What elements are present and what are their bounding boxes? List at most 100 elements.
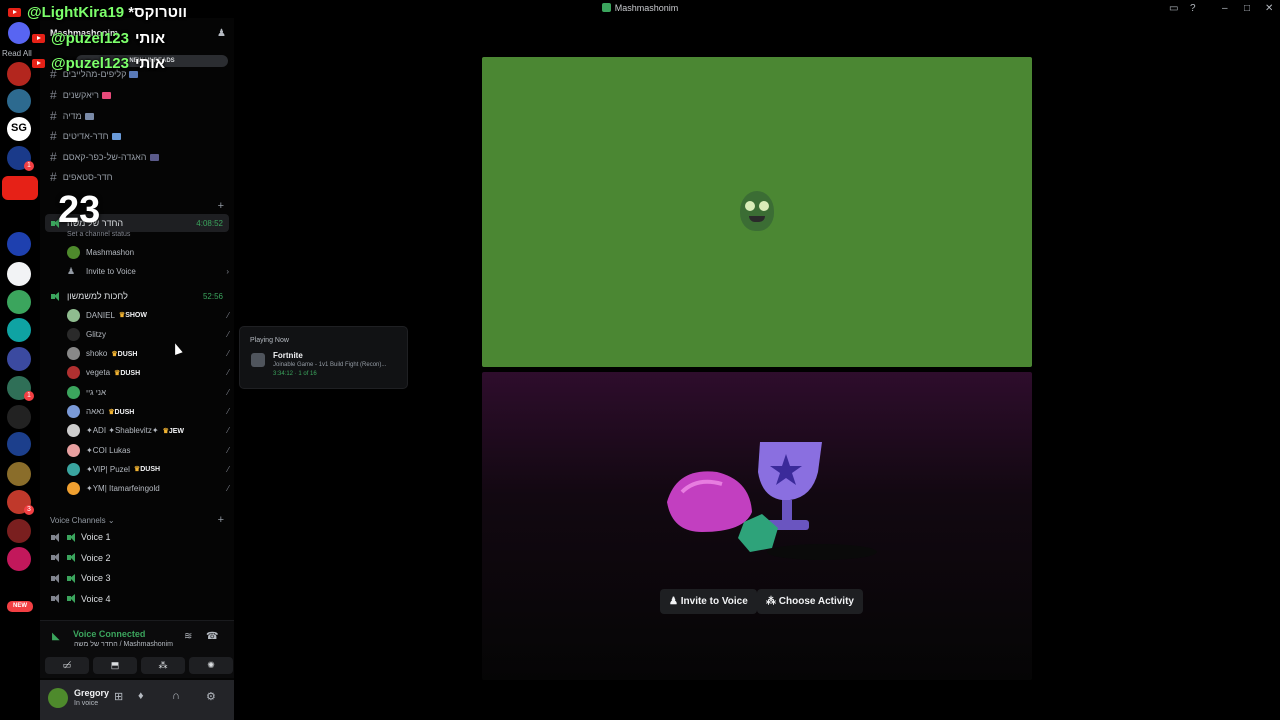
avatar[interactable] [48,688,68,708]
server-icon [601,3,611,12]
voice-member[interactable]: נאאה ♛DUSH ⁄ [67,404,232,420]
server-icon[interactable] [7,405,31,429]
popup-header: Playing Now [250,337,289,344]
voice-channel-second[interactable]: לחכות למשמשון 52:56 [45,287,229,305]
choose-activity-button[interactable]: ⁂ Choose Activity [757,589,863,614]
server-icon[interactable] [7,519,31,543]
text-channel[interactable]: # האגדה-של-כפר-קאסם [50,149,159,165]
server-icon[interactable]: 3 [7,490,34,515]
new-badge[interactable]: NEW [7,601,33,612]
voice-channel[interactable]: Voice 3 [45,569,229,587]
overlay-comment: @puzel123 אותי [32,55,165,72]
channel-name: מדיה [62,111,82,121]
voice-member[interactable]: ✦COI Lukas ⁄ [67,442,232,458]
screenshare-button[interactable]: ⬒ [93,657,137,674]
voice-connected-label[interactable]: Voice Connected [73,629,145,639]
activity-popup[interactable]: Playing Now Fortnite Joinable Game - 1v1… [239,326,408,389]
settings-gear-icon[interactable]: ⚙ [206,690,216,703]
invite-to-voice-item[interactable]: ♟ Invite to Voice › [67,263,232,279]
server-icon[interactable]: SG [7,117,31,141]
invite-label: Invite to Voice [86,266,136,276]
voice-member[interactable]: Mashmashon [67,244,232,260]
voice-channel[interactable]: Voice 4 [45,590,229,608]
text-channel[interactable]: # ריאקשנים [50,87,111,103]
title-bar: Mashmashonim ▭ ? – □ ✕ [0,0,1280,18]
headphones-icon[interactable]: ∩ [172,690,180,702]
voice-location[interactable]: החדר של משה / Mashmashonim [74,641,173,648]
microphone-icon[interactable]: ♦ [138,690,144,702]
text-channel[interactable]: # מדיה [50,108,94,124]
server-icon[interactable]: 1 [7,376,34,401]
server-icon[interactable] [7,262,31,286]
server-icon[interactable] [7,290,31,314]
speaker-icon [51,532,61,542]
member-tag: ♛DUSH [111,350,137,358]
voice-member[interactable]: ✦VIP| Puzel ♛DUSH ⁄ [67,461,232,477]
emoji-icon [149,153,159,161]
muted-mic-icon: ⁄ [227,407,229,416]
add-voice-channel-icon[interactable]: + [218,514,224,526]
voice-member[interactable]: ✦ADI ✦Shablevitz✦ ♛JEW ⁄ [67,423,232,439]
member-name: ✦YM| Itamarfeingold [86,484,160,494]
voice-channel-name: Voice 3 [81,573,111,583]
server-icon[interactable] [7,62,31,86]
game-time: 3:34:12 · 1 of 16 [273,371,317,377]
invite-people-icon[interactable]: ♟ [217,28,226,39]
invite-to-voice-button[interactable]: ♟ Invite to Voice [660,589,757,614]
server-icon[interactable] [7,462,31,486]
voice-member[interactable]: DANIEL ♛SHOW ⁄ [67,307,232,323]
soundboard-button[interactable]: ✺ [189,657,233,674]
minimize-button[interactable]: – [1222,3,1228,15]
voice-channel[interactable]: Voice 1 [45,528,229,546]
voice-panel: ◣ Voice Connected החדר של משה / Mashmash… [40,620,234,678]
overlay-text: אותי [135,55,166,72]
avatar [67,482,80,496]
voice-member[interactable]: vegeta ♛DUSH ⁄ [67,365,232,381]
noise-suppression-icon[interactable]: ≋ [184,631,192,642]
voice-channel-timer: 4:08:52 [196,218,223,228]
overlay-top-comment: @LightKira19 *ווטרוקס [8,4,187,21]
avatar [67,443,80,457]
text-channel[interactable]: # חדר-אדיטים [50,128,121,144]
disconnect-icon[interactable]: ☎ [206,631,218,642]
maximize-button[interactable]: □ [1244,3,1250,15]
inbox-icon[interactable]: ▭ [1169,3,1178,15]
channel-status[interactable]: Set a channel status [67,231,130,238]
member-name: נאאה [86,407,105,416]
add-channel-icon[interactable]: + [218,200,224,212]
username[interactable]: Gregory [74,688,109,698]
controller-icon[interactable]: ⊞ [114,690,123,703]
voice-member[interactable]: ✦YM| Itamarfeingold ⁄ [67,481,232,497]
hash-icon: # [50,170,57,184]
server-icon[interactable] [2,176,38,200]
help-icon[interactable]: ? [1190,3,1196,15]
server-icon[interactable] [7,547,31,571]
server-icon[interactable] [7,432,31,456]
activities-button[interactable]: ⁂ [141,657,185,674]
channel-sidebar: Mashmashonim ♟ NEW UNREADS # קליפים-מהליי… [40,18,234,720]
voice-channel[interactable]: Voice 2 [45,549,229,567]
server-icon[interactable] [7,232,31,256]
avatar [67,462,80,476]
channel-name: חדר-אדיטים [62,131,109,141]
camera-button[interactable]: ▭̸ [45,657,89,674]
voice-member[interactable]: Glitzy ⁄ [67,326,232,342]
notification-badge: 3 [24,505,34,515]
server-icon[interactable] [7,347,31,371]
overlay-text: אותי [135,30,166,47]
close-button[interactable]: ✕ [1265,3,1273,15]
voice-member[interactable]: shoko ♛DUSH ⁄ [67,346,232,362]
youtube-icon [8,8,21,17]
emoji-icon [84,112,94,120]
read-all-link[interactable]: Read All [2,49,32,58]
discord-home-icon[interactable] [8,22,30,44]
tag-text: DUSH [140,466,161,474]
video-tile[interactable] [482,57,1032,367]
server-icon[interactable] [7,89,31,113]
voice-member[interactable]: אני גיי ⁄ [67,384,232,400]
server-icon[interactable]: 1 [7,146,34,171]
server-icon[interactable] [7,318,31,342]
voice-channels-header[interactable]: Voice Channels ⌄ [50,516,115,525]
text-channel[interactable]: # חדר-סטאפים [50,169,113,185]
youtube-icon [32,59,45,68]
